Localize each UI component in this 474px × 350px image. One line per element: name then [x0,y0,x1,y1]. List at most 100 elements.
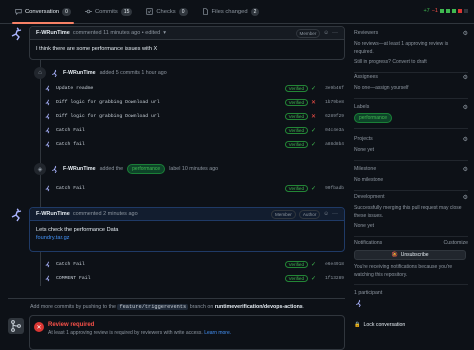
repo-name[interactable]: runtimeverification/devops-actions [215,304,303,310]
section-title[interactable]: Projects [354,136,373,143]
avatar-icon[interactable] [8,26,24,42]
pr-tab-bar: Conversation 0 Commits 15 Checks 0 Files… [0,0,474,24]
comment-box: F-WRunTime commented 11 minutes ago • ed… [29,26,345,60]
section-title[interactable]: Labels [354,104,369,111]
avatar-icon[interactable] [50,69,59,78]
bell-slash-icon: 🔕 [391,252,398,258]
commit-message[interactable]: Diff logic for grabbing Download url [56,114,160,119]
commit-sha[interactable]: 1f13289 [325,276,344,281]
verified-badge[interactable]: Verified [284,98,308,106]
comment-icon [15,9,22,15]
more-options-icon[interactable]: ··· [332,30,338,36]
check-icon[interactable]: ✓ [311,185,316,192]
gear-icon[interactable]: ⚙ [463,166,468,173]
attachment-link[interactable]: foundry.tar.gz [36,235,338,241]
customize-link[interactable]: Customize [443,240,468,246]
comment-meta[interactable]: commented 11 minutes ago • edited [73,30,160,36]
tab-label: Files changed [211,8,248,15]
verified-badge[interactable]: Verified [284,84,308,92]
gear-icon[interactable]: ⚙ [463,30,468,37]
section-title[interactable]: Reviewers [354,30,378,37]
tab-commits[interactable]: Commits 15 [78,0,139,23]
milestone-section: Milestone ⚙ No milestone [354,166,468,191]
verified-badge[interactable]: Verified [284,260,308,268]
avatar-icon[interactable] [44,275,51,282]
gear-icon[interactable]: ⚙ [463,104,468,111]
verified-badge[interactable]: Verified [284,274,308,282]
avatar-icon[interactable] [44,141,51,148]
commit-sha[interactable]: 90fbadb [325,186,344,191]
check-icon[interactable]: ✓ [311,141,316,148]
verified-badge[interactable]: Verified [284,112,308,120]
tab-checks[interactable]: Checks 0 [139,0,194,23]
commit-sha[interactable]: 6289f29 [325,114,344,119]
avatar-icon[interactable] [44,185,51,192]
branch-name[interactable]: feature/triggerevents [117,304,189,310]
avatar-icon[interactable] [44,127,51,134]
push-note-text: branch on [189,304,214,310]
x-icon[interactable]: ✕ [311,113,316,120]
commit-sha[interactable]: e6e4918 [325,262,344,267]
emoji-reaction-icon[interactable]: ☺ [323,30,329,36]
tab-files-changed[interactable]: Files changed 2 [195,0,267,23]
avatar-icon[interactable] [8,207,24,223]
comment-meta[interactable]: commented 2 minutes ago [73,211,138,217]
review-title: Review required [48,322,95,328]
chevron-down-icon[interactable]: ▾ [163,30,166,36]
verified-badge[interactable]: Verified [284,184,308,192]
commit-message[interactable]: Update readme [56,86,93,91]
check-icon[interactable]: ✓ [311,85,316,92]
check-icon[interactable]: ✓ [311,275,316,282]
check-icon[interactable]: ✓ [311,127,316,134]
avatar-icon[interactable] [44,113,51,120]
verified-badge[interactable]: Verified [284,126,308,134]
commit-sha[interactable]: 1b79be8 [325,100,344,105]
event-author[interactable]: F-WRunTime [63,70,96,76]
commit-icon [84,9,92,14]
commits-added-event: ⌂ F-WRunTime added 5 commits 1 hour ago [34,67,167,79]
commit-message[interactable]: Diff logic for grabbing Download url [56,100,160,105]
git-merge-icon [8,318,24,334]
performance-label[interactable]: performance [354,113,393,123]
learn-more-link[interactable]: Learn more. [204,330,231,336]
section-text: No one— [354,85,376,91]
gear-icon[interactable]: ⚙ [463,74,468,81]
lock-conversation[interactable]: 🔒 Lock conversation [354,322,405,328]
convert-to-draft-link[interactable]: Convert to draft [392,59,426,65]
commit-sha[interactable]: a88d8b4 [325,142,344,147]
diffstat-block-neutral [464,9,468,13]
verified-badge[interactable]: Verified [284,140,308,148]
emoji-reaction-icon[interactable]: ☺ [323,211,329,217]
commit-message[interactable]: Catch fail [56,142,85,147]
assign-yourself-link[interactable]: assign yourself [375,85,408,91]
event-text: added 5 commits 1 hour ago [99,70,167,76]
avatar-icon[interactable] [44,261,51,268]
commit-sha[interactable]: 3e9b46f [325,86,344,91]
commit-message[interactable]: Catch Fail [56,128,85,133]
commit-row: Catch Fail Verified ✓ e6e4918 [44,259,344,269]
commit-message[interactable]: Catch Fail [56,186,85,191]
avatar-icon[interactable] [44,99,51,106]
labels-section: Labels ⚙ performance [354,104,468,129]
x-icon[interactable]: ✕ [311,99,316,106]
commit-message[interactable]: COMMENT Fail [56,276,91,281]
commit-message[interactable]: Catch Fail [56,262,85,267]
avatar-icon[interactable] [50,165,59,174]
check-icon[interactable]: ✓ [311,261,316,268]
performance-label[interactable]: performance [127,164,166,174]
gear-icon[interactable]: ⚙ [463,194,468,201]
section-title[interactable]: Milestone [354,166,376,173]
comment-author[interactable]: F-WRunTime [36,30,70,36]
member-badge: Member [295,28,321,38]
section-title[interactable]: Development [354,194,385,201]
comment-author[interactable]: F-WRunTime [36,211,70,217]
unsubscribe-button[interactable]: 🔕 Unsubscribe [354,250,466,260]
section-title[interactable]: Assignees [354,74,378,81]
avatar-icon[interactable] [354,299,363,308]
tab-conversation[interactable]: Conversation 0 [8,0,78,24]
commit-sha[interactable]: 04c4e3a [325,128,344,133]
event-author[interactable]: F-WRunTime [63,166,96,172]
more-options-icon[interactable]: ··· [332,211,338,217]
avatar-icon[interactable] [44,85,51,92]
gear-icon[interactable]: ⚙ [463,136,468,143]
